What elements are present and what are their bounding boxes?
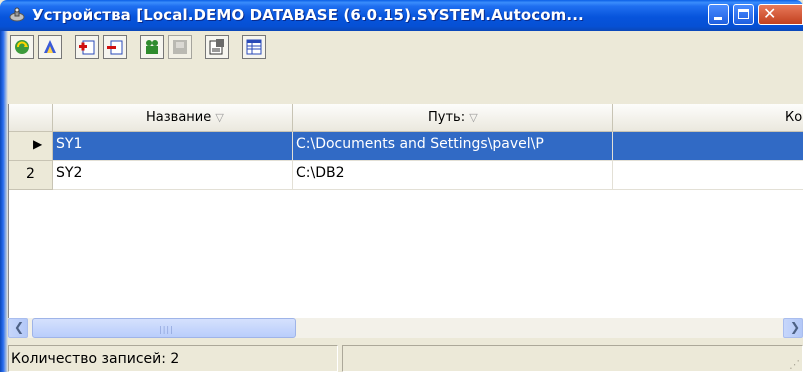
window-border (0, 31, 8, 372)
corner-header (9, 104, 53, 132)
delete-record-button[interactable] (103, 35, 127, 59)
scroll-right-button[interactable]: ❯ (783, 318, 803, 338)
table-cell-path[interactable]: C:\Documents and Settings\pavel\P (293, 132, 613, 161)
device-satellite-icon (8, 7, 26, 25)
horizontal-scrollbar[interactable]: ❮ |||| ❯ (8, 318, 803, 338)
resize-grip-icon[interactable]: ⋰ (789, 358, 800, 371)
current-row-icon: ▶ (33, 137, 43, 151)
toolbar (0, 31, 803, 65)
chevron-left-icon: ❮ (14, 320, 25, 334)
close-icon: ✕ (763, 4, 777, 23)
close-button[interactable]: ✕ (758, 4, 803, 25)
column-header-path[interactable]: Путь: ▽ (293, 104, 613, 132)
card-icon (173, 40, 187, 54)
users-button[interactable] (140, 35, 164, 59)
add-icon (79, 40, 95, 55)
status-pane: ⋰ (342, 345, 803, 372)
table-cell-name[interactable]: SY2 (53, 161, 293, 190)
tool-icon (44, 40, 56, 53)
column-header-third[interactable]: Ко (613, 104, 803, 132)
scrollbar-thumb[interactable]: |||| (32, 318, 296, 338)
tool-button[interactable] (38, 35, 62, 59)
refresh-button[interactable] (10, 35, 34, 59)
users-icon (146, 40, 158, 54)
maximize-button[interactable] (733, 4, 754, 25)
title-bar[interactable]: Устройства [Local.DEMO DATABASE (6.0.15)… (0, 0, 803, 31)
properties-button[interactable] (205, 35, 229, 59)
column-header-label: Ко (785, 110, 803, 125)
window-title: Устройства [Local.DEMO DATABASE (6.0.15)… (32, 6, 584, 24)
table-cell-name[interactable]: SY1 (53, 132, 293, 161)
add-record-button[interactable] (75, 35, 99, 59)
row-indicator[interactable]: 2 (9, 161, 53, 190)
table-cell-path[interactable]: C:\DB2 (293, 161, 613, 190)
properties-icon (209, 39, 224, 55)
table-icon (246, 39, 262, 55)
table-cell-third[interactable] (613, 132, 803, 161)
chevron-right-icon: ❯ (790, 320, 801, 334)
row-indicator[interactable]: ▶ (9, 132, 53, 161)
table-cell-third[interactable] (613, 161, 803, 190)
grip-icon: |||| (159, 325, 174, 334)
status-bar: Количество записей: 2 ⋰ (8, 340, 803, 372)
status-record-count: Количество записей: 2 (8, 345, 338, 372)
column-header-label: Путь: (428, 110, 466, 125)
column-header-label: Название (146, 110, 212, 125)
columns-button[interactable] (242, 35, 266, 59)
column-header-name[interactable]: Название ▽ (53, 104, 293, 132)
scroll-left-button[interactable]: ❮ (8, 318, 28, 338)
sort-icon[interactable]: ▽ (469, 111, 477, 124)
minimize-icon (714, 17, 722, 20)
minimize-button[interactable] (708, 4, 729, 25)
card-button[interactable] (168, 35, 192, 59)
maximize-icon (738, 9, 749, 19)
sort-icon[interactable]: ▽ (215, 111, 223, 124)
row-number: 2 (26, 166, 35, 182)
refresh-icon (15, 40, 29, 54)
delete-icon (107, 40, 123, 55)
